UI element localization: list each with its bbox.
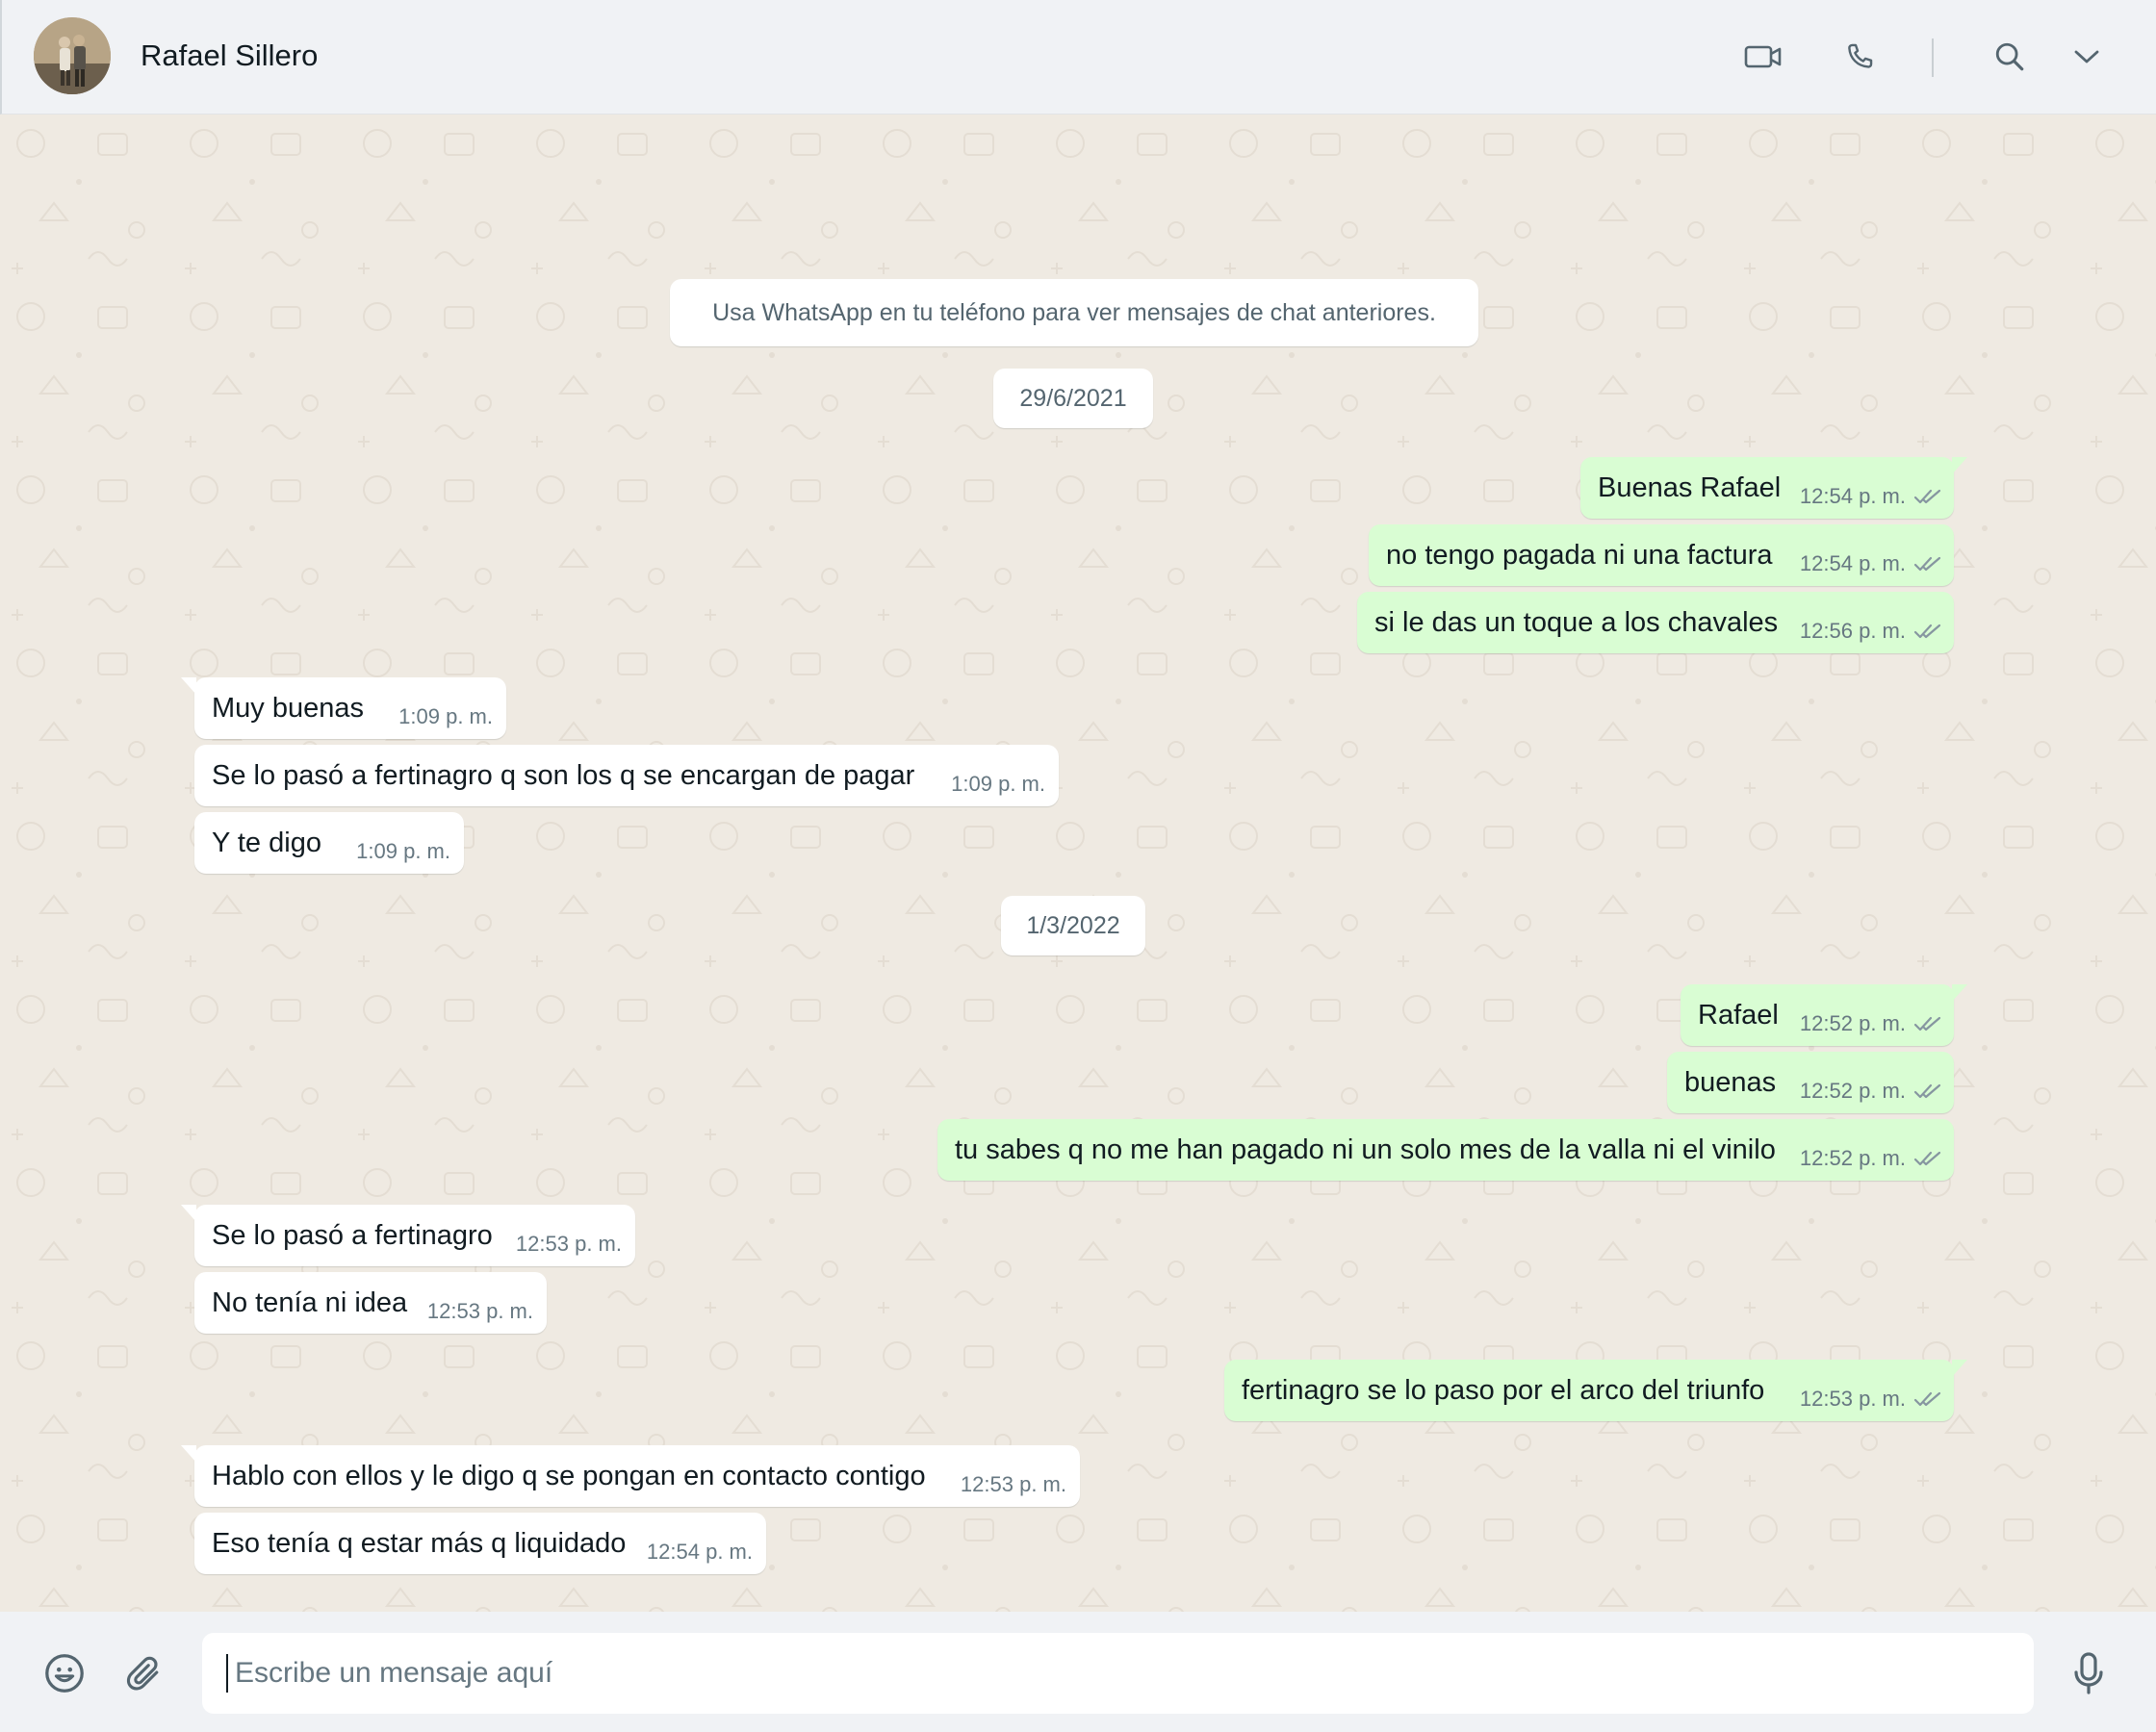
- read-receipt-icon: [1913, 1391, 1941, 1407]
- compose-bar: Escribe un mensaje aquí: [0, 1612, 2156, 1732]
- message-meta: 12:54 p. m.: [1800, 484, 1942, 509]
- search-icon[interactable]: [1985, 32, 2035, 82]
- date-separator: 29/6/2021: [993, 369, 1153, 428]
- message-bubble-incoming[interactable]: Se lo pasó a fertinagro 12:53 p. m.: [181, 1205, 635, 1266]
- message-text: Se lo pasó a fertinagro q son los q se e…: [212, 760, 915, 791]
- message-input[interactable]: Escribe un mensaje aquí: [202, 1633, 2034, 1714]
- header-divider: [1932, 38, 1934, 77]
- chevron-down-icon[interactable]: [2062, 32, 2112, 82]
- message-bubble-outgoing[interactable]: buenas 12:52 p. m.: [1667, 1052, 1954, 1113]
- message-time: 12:53 p. m.: [515, 1232, 622, 1256]
- message-meta: 12:56 p. m.: [1800, 619, 1942, 644]
- message-meta: 12:54 p. m.: [1800, 551, 1942, 576]
- read-receipt-icon: [1913, 624, 1941, 639]
- bubble-tail: [1952, 984, 1967, 1002]
- message-time: 1:09 p. m.: [356, 839, 450, 863]
- bubble-tail: [181, 1205, 196, 1222]
- message-text: no tengo pagada ni una factura: [1386, 540, 1773, 571]
- voice-call-icon[interactable]: [1835, 32, 1885, 82]
- read-receipt-icon: [1913, 556, 1941, 572]
- read-receipt-icon: [1913, 1016, 1941, 1032]
- message-bubble-incoming[interactable]: Muy buenas 1:09 p. m.: [181, 677, 506, 739]
- message-meta: 12:52 p. m.: [1800, 1146, 1942, 1171]
- message-meta: 12:53 p. m.: [1800, 1387, 1942, 1412]
- encryption-notice: Usa WhatsApp en tu teléfono para ver men…: [670, 279, 1478, 346]
- message-meta: 12:52 p. m.: [1800, 1011, 1942, 1036]
- message-time: 12:54 p. m.: [1799, 484, 1906, 508]
- contact-avatar[interactable]: [34, 17, 111, 94]
- chat-header: Rafael Sillero: [0, 0, 2156, 115]
- message-text: Rafael: [1698, 1000, 1779, 1031]
- message-time: 12:53 p. m.: [426, 1299, 533, 1323]
- message-time: 12:56 p. m.: [1799, 619, 1906, 643]
- message-list[interactable]: Usa WhatsApp en tu teléfono para ver men…: [2, 115, 2156, 1612]
- message-bubble-outgoing[interactable]: no tengo pagada ni una factura 12:54 p. …: [1369, 524, 1954, 586]
- video-call-icon[interactable]: [1738, 32, 1788, 82]
- attach-icon[interactable]: [117, 1646, 171, 1700]
- message-time: 12:53 p. m.: [1799, 1387, 1906, 1411]
- message-time: 12:54 p. m.: [1799, 551, 1906, 575]
- message-time: 1:09 p. m.: [398, 704, 493, 728]
- message-bubble-incoming[interactable]: Se lo pasó a fertinagro q son los q se e…: [194, 745, 1059, 806]
- bubble-tail: [181, 677, 196, 695]
- message-input-placeholder: Escribe un mensaje aquí: [235, 1657, 553, 1689]
- message-time: 12:52 p. m.: [1799, 1011, 1906, 1035]
- message-text: tu sabes q no me han pagado ni un solo m…: [955, 1134, 1776, 1165]
- message-bubble-outgoing[interactable]: Buenas Rafael 12:54 p. m.: [1580, 457, 1967, 519]
- bubble-tail: [181, 1445, 196, 1463]
- message-bubble-incoming[interactable]: Y te digo 1:09 p. m.: [194, 812, 464, 874]
- microphone-icon[interactable]: [2062, 1646, 2116, 1700]
- read-receipt-icon: [1913, 489, 1941, 504]
- message-text: Y te digo: [212, 828, 321, 858]
- emoji-icon[interactable]: [38, 1646, 91, 1700]
- message-text: Hablo con ellos y le digo q se pongan en…: [212, 1461, 926, 1491]
- message-time: 12:53 p. m.: [960, 1472, 1066, 1496]
- message-text: fertinagro se lo paso por el arco del tr…: [1242, 1375, 1765, 1406]
- message-text: buenas: [1684, 1067, 1777, 1098]
- contact-name[interactable]: Rafael Sillero: [141, 38, 318, 73]
- date-separator: 1/3/2022: [1001, 896, 1145, 955]
- message-bubble-incoming[interactable]: Hablo con ellos y le digo q se pongan en…: [181, 1445, 1080, 1507]
- avatar-photo: [34, 17, 111, 94]
- message-text: Muy buenas: [212, 693, 364, 724]
- message-time: 12:52 p. m.: [1799, 1079, 1906, 1103]
- message-text: Eso tenía q estar más q liquidado: [212, 1528, 627, 1559]
- read-receipt-icon: [1913, 1151, 1941, 1166]
- bubble-tail: [1952, 1360, 1967, 1377]
- bubble-tail: [1952, 457, 1967, 474]
- message-time: 12:52 p. m.: [1799, 1146, 1906, 1170]
- message-bubble-outgoing[interactable]: tu sabes q no me han pagado ni un solo m…: [937, 1119, 1954, 1181]
- message-meta: 12:52 p. m.: [1800, 1079, 1942, 1104]
- message-bubble-outgoing[interactable]: Rafael 12:52 p. m.: [1681, 984, 1967, 1046]
- message-bubble-incoming[interactable]: No tenía ni idea 12:53 p. m.: [194, 1272, 547, 1334]
- message-bubble-incoming[interactable]: Eso tenía q estar más q liquidado 12:54 …: [194, 1513, 766, 1574]
- message-text: si le das un toque a los chavales: [1374, 607, 1779, 638]
- message-text: Buenas Rafael: [1598, 472, 1782, 503]
- text-caret: [226, 1654, 228, 1693]
- message-bubble-outgoing[interactable]: si le das un toque a los chavales 12:56 …: [1357, 592, 1954, 653]
- message-text: No tenía ni idea: [212, 1287, 408, 1318]
- message-bubble-outgoing[interactable]: fertinagro se lo paso por el arco del tr…: [1224, 1360, 1967, 1421]
- message-time: 1:09 p. m.: [951, 772, 1045, 796]
- read-receipt-icon: [1913, 1083, 1941, 1099]
- message-text: Se lo pasó a fertinagro: [212, 1220, 493, 1251]
- message-time: 12:54 p. m.: [646, 1540, 753, 1564]
